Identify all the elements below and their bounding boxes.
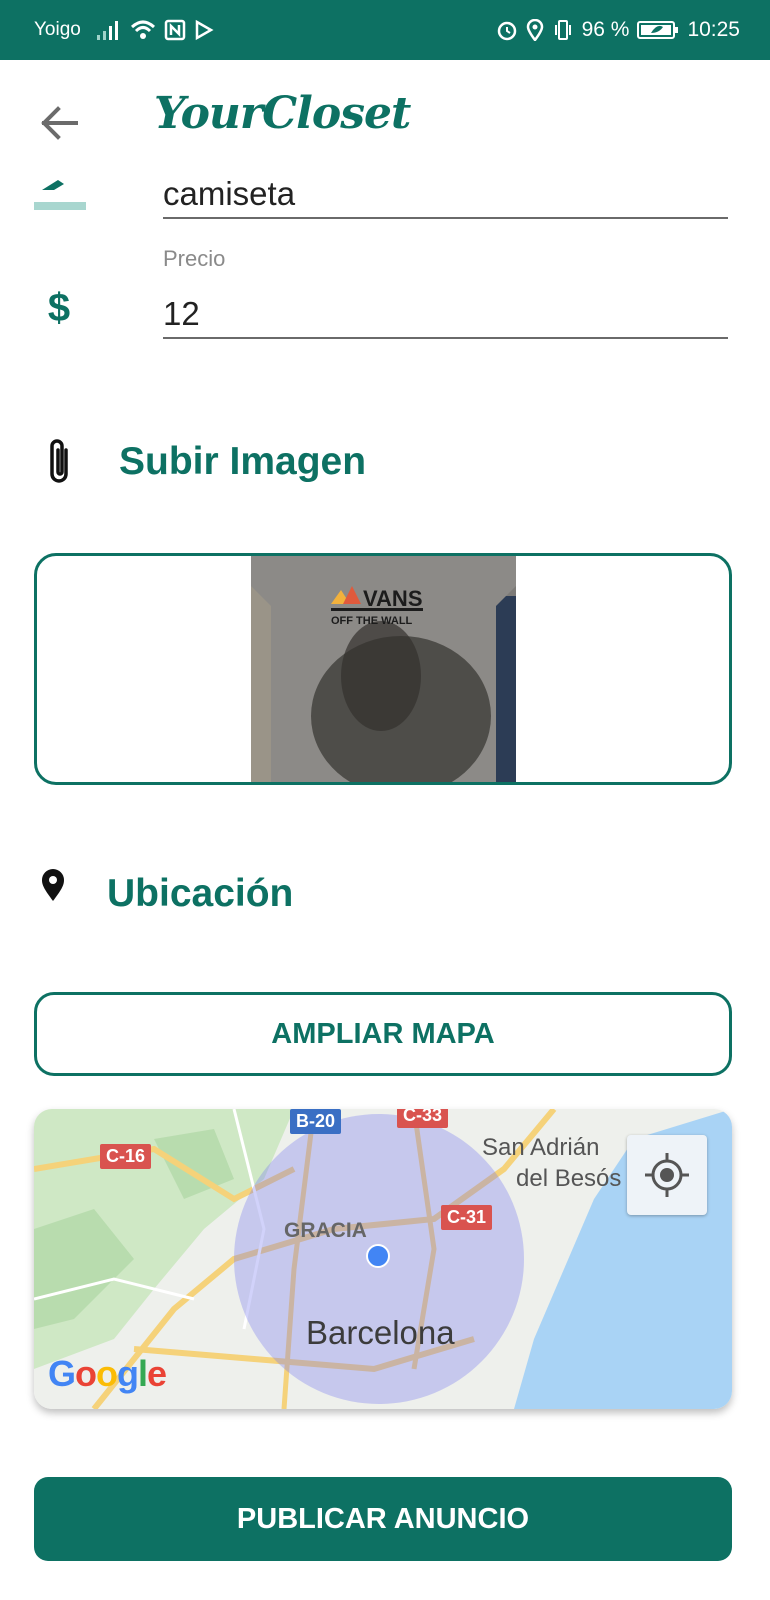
upload-image-title[interactable]: Subir Imagen [119, 440, 366, 484]
image-preview-frame[interactable]: VANS OFF THE WALL [34, 553, 732, 785]
app-logo: YourCloset [154, 88, 411, 139]
map-view[interactable]: C-16 B-20 C-33 C-31 GRACIA Barcelona San… [34, 1109, 732, 1409]
map-label-city: Barcelona [306, 1314, 455, 1351]
status-right: 96 % 10:25 [496, 16, 740, 44]
location-pin-icon [40, 868, 66, 907]
map-label-district: GRACIA [284, 1219, 367, 1242]
crosshair-icon [645, 1153, 689, 1197]
tshirt-photo: VANS OFF THE WALL [251, 556, 516, 782]
clock: 10:25 [687, 18, 740, 41]
nfc-icon [164, 19, 186, 41]
alarm-icon [497, 21, 516, 41]
map-label-town-2: del Besós [516, 1165, 622, 1192]
status-bar: Yoigo 96 % 10:25 [0, 0, 770, 60]
back-button[interactable] [34, 98, 84, 148]
battery-percent: 96 % [581, 18, 630, 41]
cast-icon [195, 19, 214, 41]
status-left-icons [96, 16, 214, 44]
shirt-brand-text: VANS [363, 586, 423, 611]
road-badge-c31: C-31 [441, 1205, 493, 1230]
battery-icon [637, 21, 679, 39]
carrier-name: Yoigo [34, 19, 81, 40]
price-label: Precio [163, 246, 226, 271]
name-input[interactable] [163, 175, 728, 219]
my-location-button[interactable] [627, 1135, 707, 1215]
dollar-icon: $ [44, 285, 74, 334]
price-input[interactable] [163, 295, 728, 339]
wifi-icon [130, 20, 156, 39]
vibrate-icon [554, 20, 571, 40]
attach-icon[interactable] [44, 436, 76, 493]
location-title: Ubicación [107, 872, 294, 915]
road-badge-c33: C-33 [397, 1109, 449, 1128]
map-label-town-1: San Adrián [482, 1134, 600, 1161]
shirt-tagline-text: OFF THE WALL [331, 615, 413, 627]
edit-icon [34, 176, 86, 217]
publish-button[interactable]: PUBLICAR ANUNCIO [34, 1477, 732, 1561]
google-logo: Google [48, 1353, 167, 1394]
expand-map-button[interactable]: AMPLIAR MAPA [34, 992, 732, 1076]
road-badge-b20: B-20 [290, 1109, 342, 1134]
signal-icon [97, 21, 118, 40]
location-status-icon [526, 19, 543, 41]
svg-text:$: $ [48, 286, 70, 329]
road-badge-c16: C-16 [100, 1144, 152, 1169]
arrow-left-icon [41, 106, 78, 140]
